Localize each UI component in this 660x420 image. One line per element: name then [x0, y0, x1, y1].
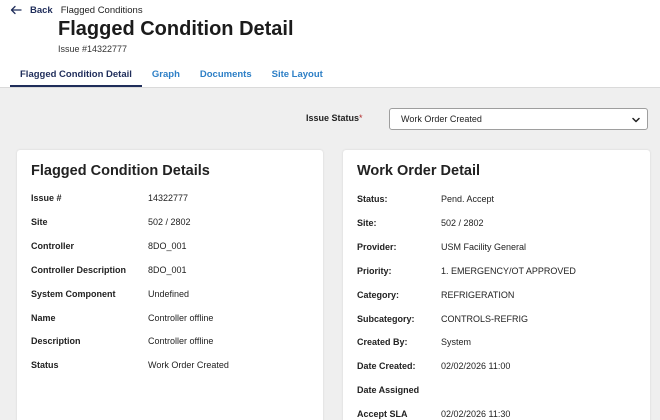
- tab-documents[interactable]: Documents: [190, 64, 262, 87]
- arrow-left-icon: [10, 5, 22, 15]
- wo-row-site: Site: 502 / 2802: [357, 218, 484, 228]
- detail-row-system-component: System Component Undefined: [31, 289, 190, 299]
- flagged-condition-details-card: Flagged Condition Details Issue #1432277…: [17, 150, 323, 420]
- detail-row-controller: Controller 8DO_001: [31, 241, 187, 251]
- wo-row-date-created: Date Created: 02/02/2026 11:00: [357, 361, 511, 371]
- wo-row-status: Status: Pend. Accept: [357, 194, 495, 204]
- wo-row-provider: Provider: USM Facility General: [357, 242, 527, 252]
- tab-graph[interactable]: Graph: [142, 64, 190, 87]
- back-label[interactable]: Back: [30, 5, 53, 16]
- detail-row-controller-description: Controller Description 8DO_001: [31, 265, 187, 275]
- breadcrumb: Back Flagged Conditions: [10, 4, 143, 16]
- wo-row-created-by: Created By: System: [357, 337, 472, 347]
- header-divider: [0, 87, 660, 88]
- back-button[interactable]: Back: [10, 5, 53, 16]
- issue-status-value: Work Order Created: [401, 114, 482, 124]
- detail-row-site: Site 502 / 2802: [31, 217, 191, 227]
- issue-status-select[interactable]: Work Order Created: [389, 108, 648, 130]
- tab-flagged-condition-detail[interactable]: Flagged Condition Detail: [10, 64, 142, 87]
- detail-row-name: Name Controller offline: [31, 313, 214, 323]
- work-order-detail-card: Work Order Detail Status: Pend. Accept Si…: [343, 150, 650, 420]
- detail-row-issue: Issue #14322777: [31, 193, 189, 203]
- wo-row-subcategory: Subcategory: CONTROLS-REFRIG: [357, 314, 529, 324]
- card-title: Flagged Condition Details: [31, 163, 210, 179]
- issue-number-subtitle: Issue #14322777: [58, 44, 128, 54]
- wo-row-accept-sla: Accept SLA 02/02/2026 11:30: [357, 409, 511, 419]
- required-marker: *: [359, 113, 363, 123]
- breadcrumb-flagged-conditions[interactable]: Flagged Conditions: [61, 5, 143, 16]
- page-header: Back Flagged Conditions Flagged Conditio…: [0, 0, 660, 88]
- page-title: Flagged Condition Detail: [58, 18, 294, 40]
- wo-row-date-assigned: Date Assigned: [357, 385, 420, 395]
- tab-bar: Flagged Condition Detail Graph Documents…: [10, 64, 333, 87]
- wo-row-category: Category: REFRIGERATION: [357, 290, 515, 300]
- issue-status-label: Issue Status*: [306, 113, 363, 123]
- tab-site-layout[interactable]: Site Layout: [262, 64, 333, 87]
- card-title: Work Order Detail: [357, 163, 481, 179]
- chevron-down-icon: [632, 117, 640, 123]
- detail-row-description: Description Controller offline: [31, 336, 214, 346]
- detail-row-status: Status Work Order Created: [31, 360, 229, 370]
- wo-row-priority: Priority: 1. EMERGENCY/OT APPROVED: [357, 266, 576, 276]
